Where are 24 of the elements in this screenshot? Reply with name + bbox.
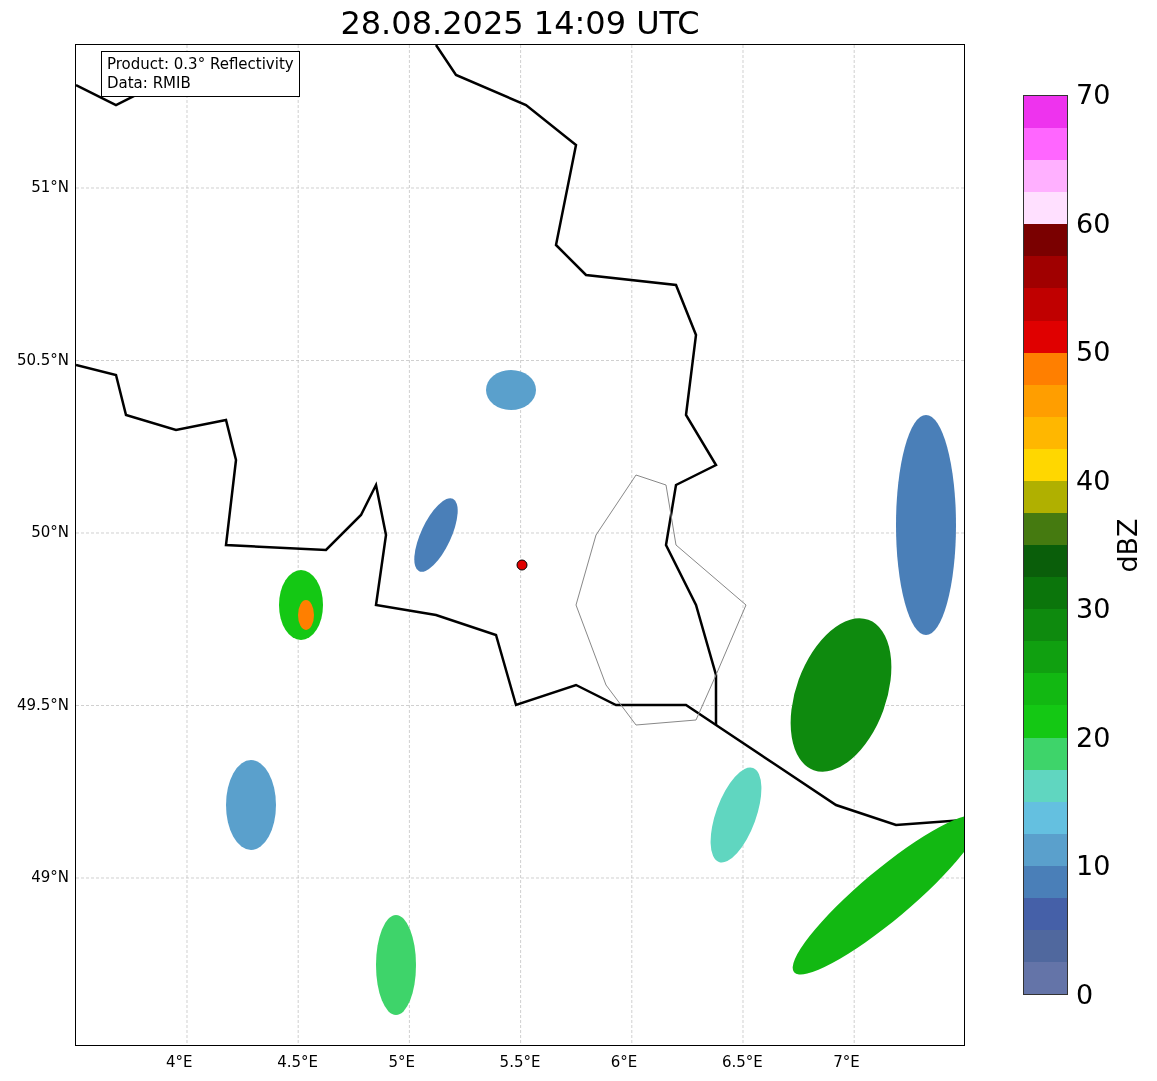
- colorbar-tick-label: 40: [1076, 465, 1111, 496]
- colorbar-tick-label: 50: [1076, 337, 1111, 368]
- axis-tick-label: 5.5°E: [499, 1053, 541, 1071]
- chart-title: 28.08.2025 14:09 UTC: [339, 4, 701, 42]
- axis-tick-label: 50.5°N: [16, 350, 69, 369]
- axis-tick-label: 4.5°E: [277, 1053, 319, 1071]
- axis-tick-label: 51°N: [31, 178, 69, 196]
- legend-text: Data: RMIB: [107, 74, 192, 93]
- axis-tick-label: 7°E: [833, 1053, 860, 1071]
- colorbar-tick-label: 60: [1076, 208, 1111, 239]
- colorbar-tick-label: 10: [1076, 851, 1111, 882]
- colorbar-tick-label: 70: [1076, 80, 1111, 110]
- colorbar-tick-label: 30: [1076, 594, 1111, 625]
- colorbar-tick-label: 0: [1076, 980, 1094, 1010]
- axis-tick-label: 6.5°E: [722, 1053, 763, 1071]
- axis-tick-label: 50°N: [31, 523, 69, 541]
- axis-tick-label: 49.5°N: [16, 695, 69, 714]
- axis-tick-label: 5°E: [388, 1053, 415, 1071]
- axis-tick-label: 4°E: [166, 1053, 193, 1071]
- axis-tick-label: 49°N: [31, 868, 69, 886]
- colorbar-label: dBZ: [1111, 518, 1143, 573]
- axis-tick-label: 6°E: [610, 1053, 638, 1071]
- colorbar-tick-label: 20: [1076, 722, 1111, 753]
- legend-text: Product: 0.3° Reflectivity: [107, 55, 294, 74]
